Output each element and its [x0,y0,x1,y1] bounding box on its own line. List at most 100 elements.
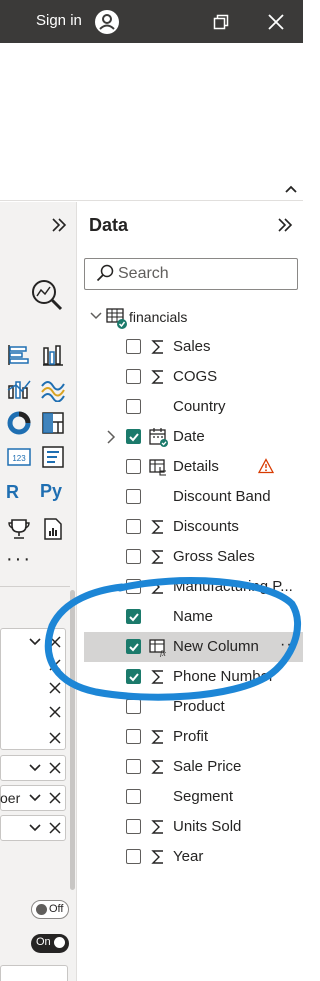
warning-icon[interactable] [258,458,274,474]
remove-field-icon[interactable] [49,706,61,718]
field-checkbox[interactable] [126,699,141,714]
ribbon [0,43,303,201]
title-bar: Sign in [0,0,303,43]
field-checkbox[interactable] [126,399,141,414]
field-name: Profit [173,728,209,745]
field-checkbox[interactable] [126,459,141,474]
sigma-icon [151,580,163,594]
python-visual-icon[interactable]: Py [40,481,62,502]
key-influencers-icon[interactable] [6,516,32,542]
field-row[interactable]: Name [84,602,303,632]
chevron-down-icon[interactable] [89,311,103,321]
collapse-ribbon-icon[interactable] [284,183,298,195]
treemap-icon[interactable] [40,410,66,436]
ask-question-visual-icon[interactable] [28,276,64,312]
field-row[interactable]: Phone Number [84,662,303,692]
field-checkbox[interactable] [126,849,141,864]
clustered-column-chart-icon[interactable] [40,342,66,368]
search-input[interactable] [84,258,298,290]
paginated-report-icon[interactable] [40,516,66,542]
sigma-icon [151,670,163,684]
field-name: COGS [173,368,218,385]
collapse-pane-icon[interactable] [276,216,294,234]
stacked-bar-chart-icon[interactable] [6,342,32,368]
field-row[interactable]: Sale Price [84,752,303,782]
more-options-icon[interactable]: ··· [280,636,299,654]
avatar-icon[interactable] [94,9,120,35]
sign-in-link[interactable]: Sign in [36,12,82,29]
close-icon[interactable] [267,13,285,31]
field-checkbox[interactable] [126,729,141,744]
field-row[interactable]: Year [84,842,303,872]
remove-field-icon[interactable] [49,659,61,671]
ribbon-chart-icon[interactable] [40,376,66,402]
chevron-down-icon[interactable] [28,763,42,773]
field-row[interactable]: Manufacturing P... [84,572,303,602]
field-name: Product [173,698,225,715]
field-checkbox[interactable] [126,489,141,504]
field-row[interactable]: fx New Column ··· [84,632,303,662]
field-name: Name [173,608,214,625]
field-row[interactable]: Segment [84,782,303,812]
field-name: New Column [173,638,259,655]
multi-row-card-icon[interactable] [40,444,66,470]
field-well-box[interactable] [0,965,68,981]
sigma-icon [151,520,163,534]
field-checkbox[interactable] [126,789,141,804]
chevron-down-icon[interactable] [28,793,42,803]
scrollbar[interactable] [70,590,75,890]
field-name: Sale Price [173,758,242,775]
field-checkbox[interactable] [126,369,141,384]
field-name: Date [173,428,205,445]
toggle-off[interactable]: Off [31,900,69,919]
restore-icon[interactable] [213,14,229,30]
field-row[interactable]: Units Sold [84,812,303,842]
field-checkbox[interactable] [126,549,141,564]
field-checkbox[interactable] [126,819,141,834]
field-row[interactable]: Discounts [84,512,303,542]
table-name[interactable]: financials [129,309,187,325]
field-checkbox[interactable] [126,339,141,354]
chevron-down-icon[interactable] [28,637,42,647]
field-row[interactable]: Discount Band [84,482,303,512]
field-name: Segment [173,788,234,805]
field-checkbox[interactable] [126,579,141,594]
checkmark-icon [129,613,139,622]
field-checkbox[interactable] [126,519,141,534]
field-checkbox[interactable] [126,639,141,654]
sigma-icon [151,850,163,864]
field-name: Discount Band [173,488,271,505]
field-checkbox[interactable] [126,429,141,444]
remove-field-icon[interactable] [49,762,61,774]
field-row[interactable]: Gross Sales [84,542,303,572]
field-row[interactable]: COGS [84,362,303,392]
line-clustered-column-chart-icon[interactable] [6,376,32,402]
field-row[interactable]: Product [84,692,303,722]
r-script-visual-icon[interactable]: R [6,482,19,503]
field-row[interactable]: Details [84,452,303,482]
calculated-column-icon: fx [149,639,166,657]
more-visuals-icon[interactable]: ··· [6,548,32,571]
sigma-icon [151,550,163,564]
field-row[interactable]: Date [84,422,303,452]
field-checkbox[interactable] [126,669,141,684]
chevron-right-icon[interactable] [106,430,116,444]
field-row[interactable]: Profit [84,722,303,752]
toggle-on[interactable]: On [31,934,69,953]
expand-pane-icon[interactable] [50,216,68,234]
divider [0,586,70,587]
remove-field-icon[interactable] [49,792,61,804]
donut-chart-icon[interactable] [6,410,32,436]
remove-field-icon[interactable] [49,732,61,744]
field-checkbox[interactable] [126,609,141,624]
card-icon[interactable]: 123 [6,444,32,470]
remove-field-icon[interactable] [49,636,61,648]
field-row[interactable]: Sales [84,332,303,362]
field-row[interactable]: Country [84,392,303,422]
svg-text:fx: fx [160,649,166,657]
chevron-down-icon[interactable] [28,823,42,833]
remove-field-icon[interactable] [49,822,61,834]
power-bi-window: Sign in 123 R Py ··· oer Off On Data Sea… [0,0,303,981]
field-checkbox[interactable] [126,759,141,774]
remove-field-icon[interactable] [49,682,61,694]
